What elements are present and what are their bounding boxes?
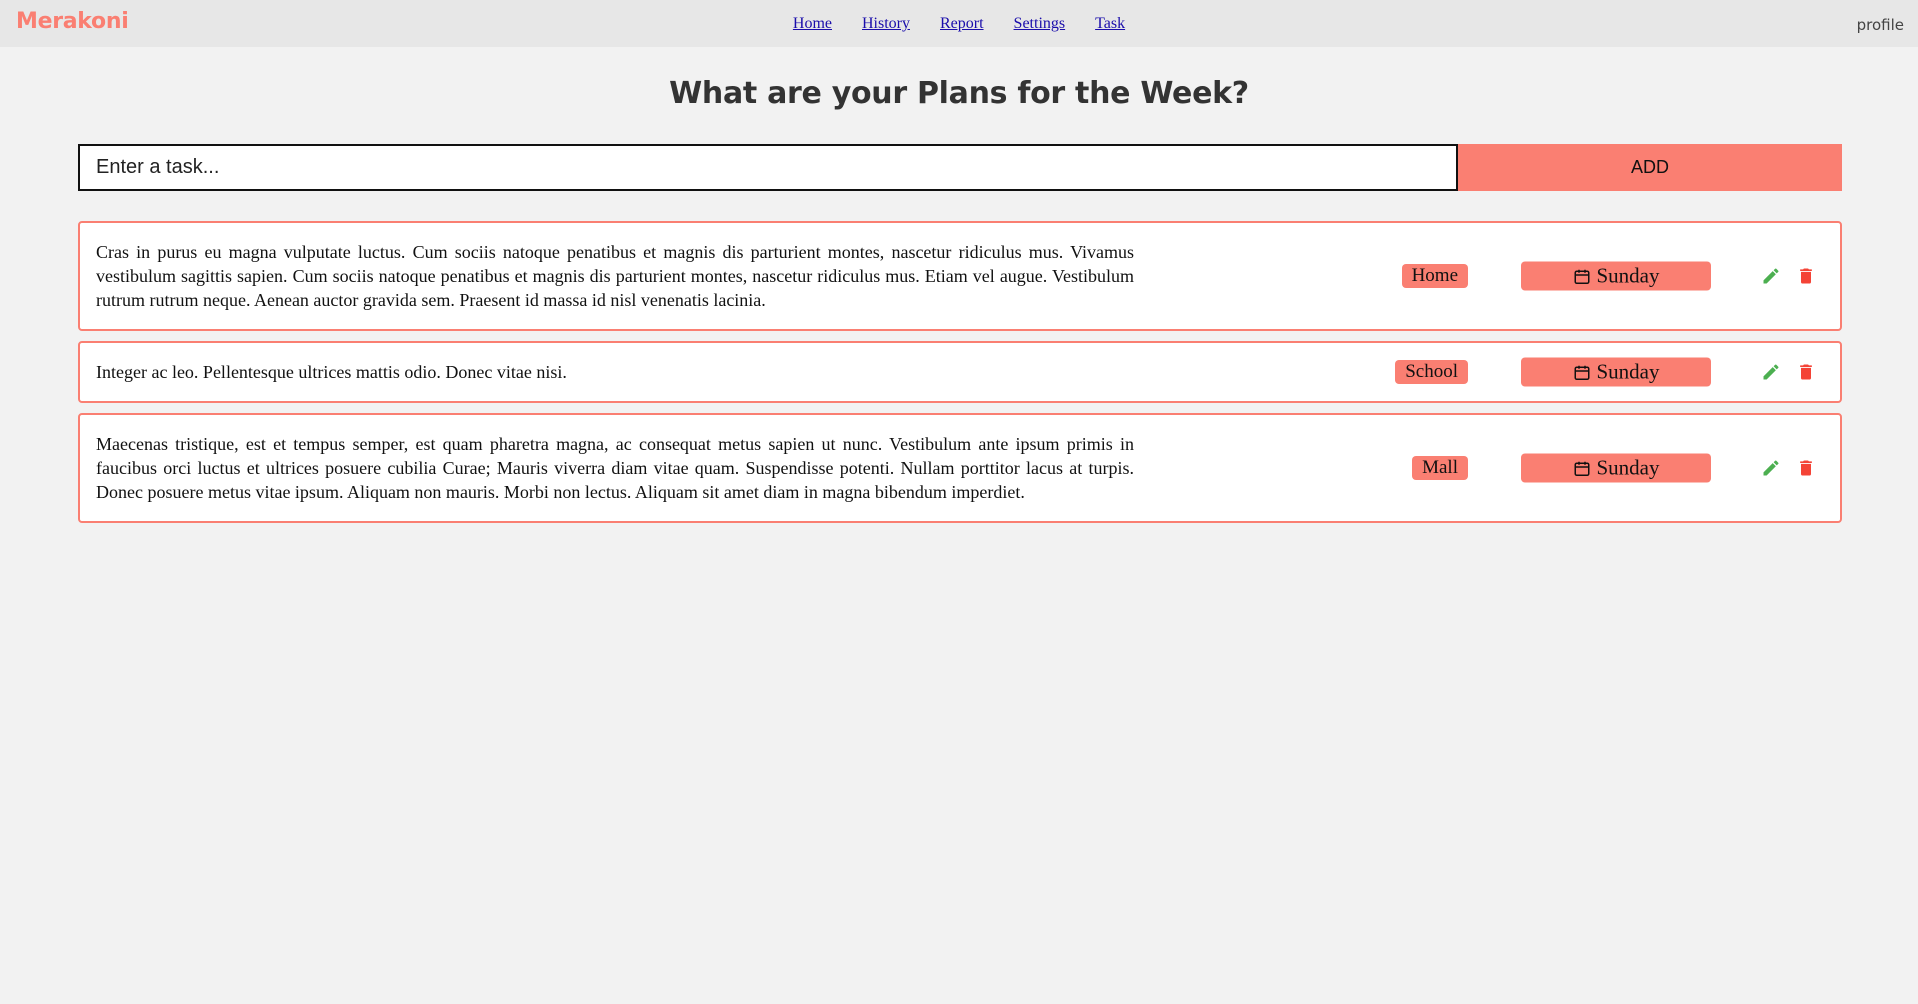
nav-task-link[interactable]: Task (1095, 15, 1125, 33)
day-label: Sunday (1596, 455, 1660, 480)
task-input[interactable] (78, 144, 1458, 191)
profile-link[interactable]: profile (1857, 16, 1904, 34)
pencil-icon[interactable] (1760, 361, 1782, 383)
task-card: Maecenas tristique, est et tempus semper… (78, 413, 1842, 523)
pencil-icon[interactable] (1760, 457, 1782, 479)
task-list: Cras in purus eu magna vulputate luctus.… (78, 221, 1842, 533)
day-label: Sunday (1596, 359, 1660, 384)
task-text: Cras in purus eu magna vulputate luctus.… (96, 242, 1134, 310)
trash-icon[interactable] (1795, 361, 1817, 383)
page-title: What are your Plans for the Week? (669, 76, 1249, 111)
task-card: Cras in purus eu magna vulputate luctus.… (78, 221, 1842, 331)
top-bar: Merakoni Home History Report Settings Ta… (0, 0, 1918, 47)
calendar-icon (1574, 365, 1589, 380)
task-tag: Home (1401, 264, 1468, 288)
main-nav: Home History Report Settings Task (0, 15, 1918, 33)
day-selector[interactable]: Sunday (1521, 453, 1711, 483)
pencil-icon[interactable] (1760, 265, 1782, 287)
day-label: Sunday (1596, 263, 1660, 288)
nav-history-link[interactable]: History (862, 15, 910, 33)
add-task-button[interactable]: ADD (1458, 144, 1842, 191)
task-card: Integer ac leo. Pellentesque ultrices ma… (78, 341, 1842, 403)
trash-icon[interactable] (1795, 265, 1817, 287)
calendar-icon (1574, 461, 1589, 476)
trash-icon[interactable] (1795, 457, 1817, 479)
nav-settings-link[interactable]: Settings (1014, 15, 1066, 33)
task-tag: Mall (1412, 456, 1468, 480)
day-selector[interactable]: Sunday (1521, 357, 1711, 387)
task-tag: School (1395, 360, 1468, 384)
task-text: Maecenas tristique, est et tempus semper… (96, 434, 1134, 502)
day-selector[interactable]: Sunday (1521, 261, 1711, 291)
nav-home-link[interactable]: Home (793, 15, 832, 33)
task-text: Integer ac leo. Pellentesque ultrices ma… (96, 362, 567, 382)
calendar-icon (1574, 269, 1589, 284)
nav-report-link[interactable]: Report (940, 15, 984, 33)
